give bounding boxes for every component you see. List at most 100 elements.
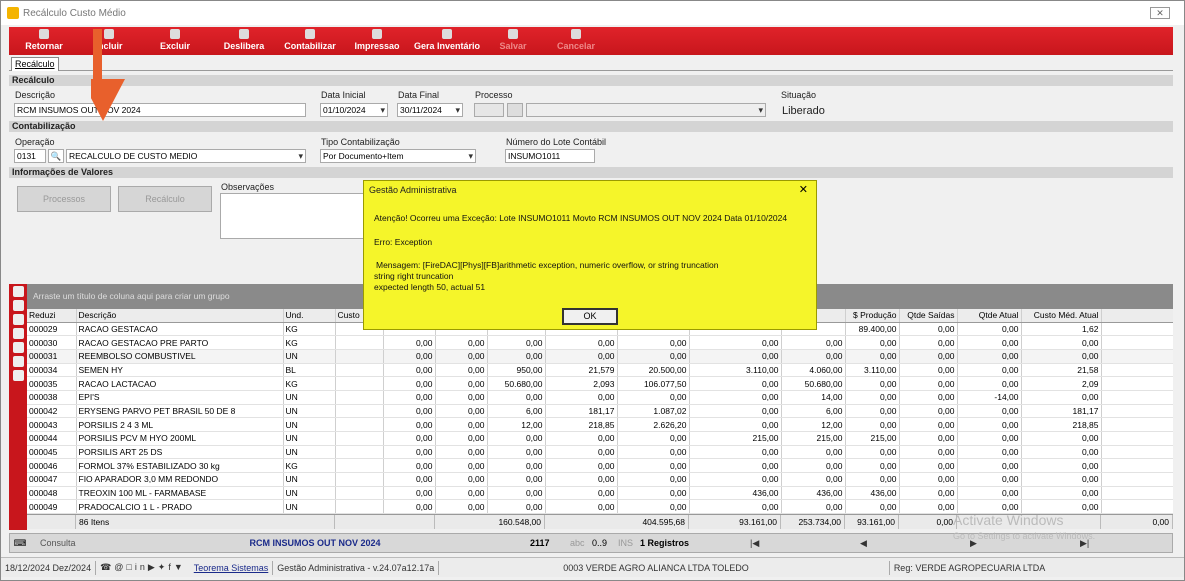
- window-close-button[interactable]: ✕: [1150, 7, 1170, 19]
- processo-select[interactable]: [526, 103, 766, 117]
- table-cell: 0,00: [1101, 390, 1173, 405]
- table-cell: 0,00: [781, 335, 846, 350]
- table-cell: 50.680,00: [781, 376, 846, 391]
- table-row[interactable]: 000030 RACAO GESTACAO PRE PARTO KG 0,00 0,00…: [27, 335, 1173, 350]
- table-cell: 0,00: [617, 472, 690, 487]
- table-cell: 215,00: [781, 431, 846, 446]
- table-cell: 0,00: [435, 431, 488, 446]
- first-record-icon[interactable]: |◀: [750, 538, 860, 549]
- column-header[interactable]: Qtde Atual: [957, 309, 1022, 323]
- contabilizar-button[interactable]: Contabilizar: [277, 27, 343, 55]
- deslibera-button[interactable]: Deslibera: [211, 27, 277, 55]
- table-cell: 0,00: [383, 472, 436, 487]
- recalculo-button[interactable]: Recálculo: [118, 186, 212, 212]
- excluir-button[interactable]: Excluir: [139, 27, 211, 55]
- table-cell: 0,00: [487, 349, 546, 364]
- delete-icon[interactable]: [12, 300, 24, 311]
- table-cell: 0,00: [845, 390, 900, 405]
- table-cell: [335, 458, 384, 474]
- column-header[interactable]: Custo Méd. Atual: [1021, 309, 1102, 323]
- table-cell: 0,00: [487, 431, 546, 446]
- brand-link[interactable]: Teorema Sistemas: [194, 563, 269, 573]
- dialog-close-icon[interactable]: ✕: [799, 183, 808, 196]
- table-cell: 0,00: [545, 349, 618, 364]
- table-cell: 0,00: [899, 363, 958, 378]
- table-cell: 0,00: [383, 349, 436, 364]
- table-cell: 0,00: [1021, 486, 1102, 501]
- column-header[interactable]: $ IPI: [1101, 309, 1173, 323]
- observacoes-textarea[interactable]: [220, 193, 370, 239]
- operacao-search-icon[interactable]: 🔍: [48, 149, 64, 163]
- salvar-button[interactable]: Salvar: [483, 27, 543, 55]
- info-icon[interactable]: [12, 314, 24, 325]
- table-cell: UN: [283, 472, 336, 487]
- star-icon[interactable]: [12, 370, 24, 381]
- table-row[interactable]: 000048 TREOXIN 100 ML - FARMABASE UN 0,00 0,…: [27, 486, 1173, 501]
- table-row[interactable]: 000031 REEMBOLSO COMBUSTIVEL UN 0,00 0,00 0,0…: [27, 349, 1173, 364]
- processo-search-icon[interactable]: [507, 103, 523, 117]
- gera-invent-rio-button[interactable]: Gera Inventário: [411, 27, 483, 55]
- column-header[interactable]: Qtde Saídas: [899, 309, 958, 323]
- table-cell: 0,00: [435, 486, 488, 501]
- red-arrow-annotation: [91, 29, 125, 121]
- note-icon[interactable]: [12, 328, 24, 339]
- social-icons[interactable]: ☎@□in▶✦f▼: [100, 562, 186, 573]
- processos-button[interactable]: Processos: [17, 186, 111, 212]
- table-cell: UN: [283, 404, 336, 419]
- export-icon[interactable]: [12, 342, 24, 353]
- table-cell: 0,00: [845, 376, 900, 391]
- table-row[interactable]: 000042 ERYSENG PARVO PET BRASIL 50 DE 8 UN…: [27, 404, 1173, 419]
- status-bar: 18/12/2024 Dez/2024 ☎@□in▶✦f▼ Teorema Si…: [1, 557, 1184, 577]
- column-header[interactable]: $ Produção: [845, 309, 900, 323]
- dialog-message-2: Erro: Exception: [374, 237, 433, 247]
- operacao-code-input[interactable]: 0131: [14, 149, 46, 163]
- table-cell: 0,00: [487, 458, 546, 474]
- table-cell: 000046: [27, 458, 77, 474]
- table-cell: 0,00: [1101, 486, 1173, 501]
- impressao-button[interactable]: Impressao: [343, 27, 411, 55]
- retornar-button[interactable]: Retornar: [9, 27, 79, 55]
- table-row[interactable]: 000035 RACAO LACTACAO KG 0,00 0,00 50.680,00 2…: [27, 376, 1173, 391]
- table-cell: 0,00: [899, 335, 958, 350]
- processo-code-input[interactable]: [474, 103, 504, 117]
- table-row[interactable]: 000034 SEMEN HY BL 0,00 0,00 950,00 21,579 20.5…: [27, 363, 1173, 378]
- section-contabilizacao: Contabilização: [9, 121, 1173, 132]
- column-header[interactable]: Reduzi: [27, 309, 77, 323]
- toolbar-label: Cancelar: [556, 41, 596, 51]
- table-cell: 0,00: [689, 335, 782, 350]
- keyboard-icon[interactable]: ⌨: [10, 538, 30, 549]
- table-row[interactable]: 000043 PORSILIS 2 4 3 ML UN 0,00 0,00 12,00 21…: [27, 417, 1173, 432]
- table-cell: 0,00: [899, 445, 958, 460]
- dialog-title: Gestão Administrativa: [369, 185, 457, 195]
- table-cell: RACAO GESTACAO: [76, 322, 284, 337]
- tab-recalculo[interactable]: Recálculo: [11, 57, 59, 71]
- table-row[interactable]: 000038 EPI'S UN 0,00 0,00 0,00 0,00 0,00 0,00 14,…: [27, 390, 1173, 405]
- table-cell: 181,17: [1021, 404, 1102, 419]
- table-cell: 0,00: [957, 445, 1022, 460]
- column-header[interactable]: Und.: [283, 309, 336, 323]
- table-cell: 000030: [27, 335, 77, 350]
- descricao-input[interactable]: RCM INSUMOS OUT NOV 2024: [14, 103, 306, 117]
- data-final-input[interactable]: 30/11/2024: [397, 103, 463, 117]
- footer-blank-2: [335, 515, 435, 529]
- table-row[interactable]: 000045 PORSILIS ART 25 DS UN 0,00 0,00 0,00 0,…: [27, 445, 1173, 460]
- lote-contabil-input[interactable]: INSUMO1011: [505, 149, 595, 163]
- table-row[interactable]: 000044 PORSILIS PCV M HYO 200ML UN 0,00 0,00…: [27, 431, 1173, 446]
- table-cell: 12,00: [487, 417, 546, 432]
- table-cell: 000047: [27, 472, 77, 487]
- dialog-message-5: expected length 50, actual 51: [374, 282, 486, 292]
- table-cell: 0,00: [435, 417, 488, 432]
- table-row[interactable]: 000047 FIO APARADOR 3,0 MM REDONDO UN 0,00 0…: [27, 472, 1173, 487]
- dialog-ok-button[interactable]: OK: [562, 308, 618, 325]
- table-row[interactable]: 000046 FORMOL 37% ESTABILIZADO 30 kg KG 0,0…: [27, 458, 1173, 474]
- column-header[interactable]: Descrição: [76, 309, 284, 323]
- table-cell: 0,00: [545, 431, 618, 446]
- table-cell: 000049: [27, 499, 77, 515]
- data-inicial-input[interactable]: 01/10/2024: [320, 103, 388, 117]
- operacao-select[interactable]: RECALCULO DE CUSTO MEDIO: [66, 149, 306, 163]
- table-cell: KG: [283, 335, 336, 350]
- tipo-contabilizacao-select[interactable]: Por Documento+Item: [320, 149, 476, 163]
- cancelar-button[interactable]: Cancelar: [543, 27, 609, 55]
- first-icon[interactable]: [12, 286, 24, 297]
- filter-icon[interactable]: [12, 356, 24, 367]
